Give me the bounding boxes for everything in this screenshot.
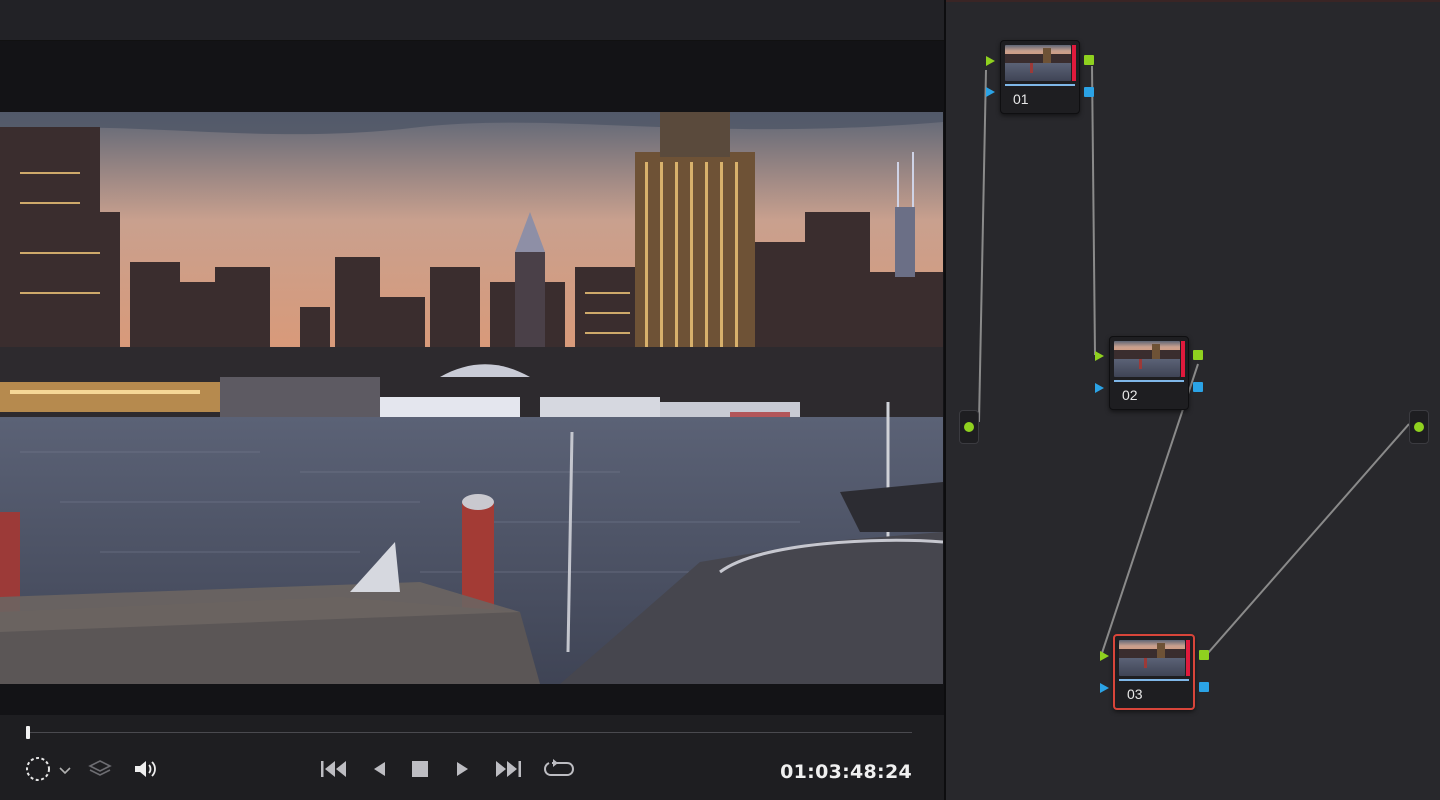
play-icon — [455, 760, 471, 783]
node-03-rgb-input[interactable] — [1100, 651, 1109, 661]
qualifier-dropdown[interactable] — [58, 759, 72, 783]
connection-01-to-02 — [1091, 65, 1096, 356]
node-01-rgb-input[interactable] — [986, 56, 995, 66]
play-button[interactable] — [452, 759, 474, 783]
speaker-icon — [132, 758, 158, 785]
skip-to-end-icon — [493, 759, 523, 784]
skip-to-start-icon — [319, 759, 349, 784]
timeline-scrubber[interactable] — [28, 732, 912, 733]
city-skyline-image — [0, 112, 943, 684]
output-port-dot — [1414, 422, 1424, 432]
node-01-thumbnail — [1005, 45, 1071, 81]
node-03-label: 03 — [1127, 686, 1143, 702]
output-port[interactable] — [1409, 410, 1429, 444]
dashed-circle-icon — [23, 756, 53, 787]
node-01-label: 01 — [1013, 91, 1029, 107]
transport-bar: 01:03:48:24 — [0, 715, 944, 800]
node-03-rgb-output[interactable] — [1199, 650, 1209, 660]
node-02-thumbnail — [1114, 341, 1180, 377]
stop-button[interactable] — [408, 759, 432, 783]
viewer-canvas[interactable] — [0, 41, 944, 715]
playhead[interactable] — [26, 726, 30, 739]
node-01-rgb-output[interactable] — [1084, 55, 1094, 65]
node-02-key-input[interactable] — [1095, 383, 1104, 393]
chevron-down-icon — [59, 762, 71, 780]
node-02-key-output[interactable] — [1193, 382, 1203, 392]
video-frame[interactable] — [0, 112, 943, 684]
node-01[interactable]: 01 — [1000, 40, 1080, 114]
stop-icon — [411, 760, 429, 783]
node-03-marker — [1186, 640, 1190, 676]
node-02-key-bar — [1114, 380, 1184, 382]
viewer-header — [0, 0, 944, 41]
timecode-display: 01:03:48:24 — [780, 761, 912, 783]
node-01-marker — [1072, 45, 1076, 81]
node-03-key-output[interactable] — [1199, 682, 1209, 692]
node-02-rgb-input[interactable] — [1095, 351, 1104, 361]
node-03-key-input[interactable] — [1100, 683, 1109, 693]
loop-button[interactable] — [542, 758, 576, 785]
connection-03-to-output — [1207, 423, 1410, 654]
node-02-rgb-output[interactable] — [1193, 350, 1203, 360]
node-03-thumbnail — [1119, 640, 1185, 676]
node-02[interactable]: 02 — [1109, 336, 1189, 410]
node-editor-panel[interactable]: 01 02 03 — [946, 0, 1440, 800]
node-03[interactable]: 03 — [1113, 634, 1195, 710]
audio-button[interactable] — [130, 759, 160, 783]
node-01-key-output[interactable] — [1084, 87, 1094, 97]
qualifier-dashed-circle-button[interactable] — [22, 756, 54, 783]
play-reverse-icon — [371, 760, 387, 783]
node-02-label: 02 — [1122, 387, 1138, 403]
viewer-panel: 01:03:48:24 — [0, 0, 944, 800]
source-input-port[interactable] — [959, 410, 979, 444]
play-reverse-button[interactable] — [368, 759, 390, 783]
node-03-key-bar — [1119, 679, 1189, 681]
layers-button[interactable] — [86, 759, 114, 783]
node-02-marker — [1181, 341, 1185, 377]
connection-source-to-01 — [978, 69, 987, 423]
source-port-dot — [964, 422, 974, 432]
node-01-key-bar — [1005, 84, 1075, 86]
node-01-key-input[interactable] — [986, 87, 995, 97]
layers-icon — [88, 758, 112, 785]
loop-icon — [543, 758, 575, 785]
skip-to-start-button[interactable] — [318, 759, 350, 783]
skip-to-end-button[interactable] — [492, 759, 524, 783]
